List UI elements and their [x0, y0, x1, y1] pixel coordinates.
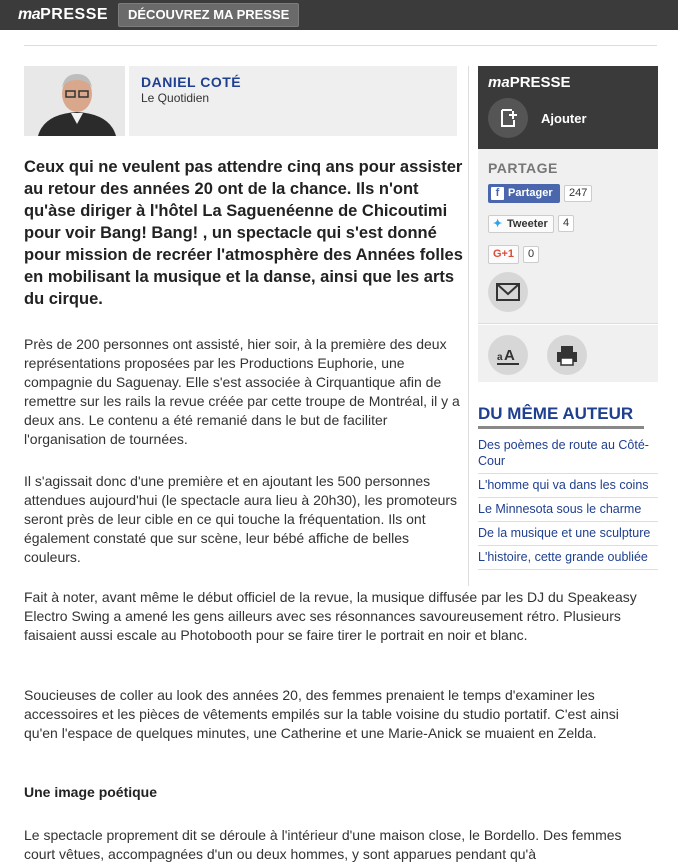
- same-author-title: DU MÊME AUTEUR: [478, 404, 644, 429]
- logo-presse: PRESSE: [40, 6, 109, 23]
- article-paragraph: Le spectacle proprement dit se déroule à…: [24, 827, 622, 862]
- mapresse-box: maPRESSE Ajouter: [478, 66, 658, 149]
- facebook-share-button[interactable]: f Partager: [488, 184, 560, 203]
- author-card: DANIEL COTÉ Le Quotidien: [24, 66, 457, 136]
- same-author-link[interactable]: Le Minnesota sous le charme: [478, 498, 658, 522]
- cut-off-byline: ​: [24, 30, 457, 36]
- article-paragraph: Près de 200 personnes ont assisté, hier …: [24, 336, 460, 447]
- svg-text:A: A: [504, 347, 515, 364]
- print-icon[interactable]: [547, 335, 587, 375]
- article-tools: a A: [478, 325, 658, 382]
- share-panel: PARTAGE f Partager 247 ✦ Tweeter 4 G+1 0: [478, 149, 658, 324]
- google-plus-count: 0: [523, 246, 540, 263]
- share-title: PARTAGE: [488, 160, 558, 176]
- twitter-tweet-count: 4: [558, 215, 575, 232]
- article-paragraph: Soucieuses de coller au look des années …: [24, 687, 619, 741]
- author-photo: [24, 66, 129, 136]
- mapresse-logo[interactable]: maPRESSE: [18, 6, 108, 24]
- author-organization: Le Quotidien: [141, 91, 210, 105]
- sidebar-logo-presse: PRESSE: [509, 74, 571, 91]
- sidebar-logo-ma: ma: [488, 74, 510, 91]
- text-size-icon[interactable]: a A: [488, 335, 528, 375]
- twitter-tweet-button[interactable]: ✦ Tweeter: [488, 215, 554, 233]
- add-to-mapresse-button[interactable]: Ajouter: [541, 111, 587, 126]
- top-bar: maPRESSE DÉCOUVREZ MA PRESSE: [0, 0, 678, 30]
- same-author-link[interactable]: L'histoire, cette grande oubliée: [478, 546, 658, 570]
- author-name[interactable]: DANIEL COTÉ: [141, 74, 241, 90]
- twitter-tweet-label: Tweeter: [507, 218, 548, 230]
- same-author-link[interactable]: L'homme qui va dans les coins: [478, 474, 658, 498]
- twitter-bird-icon: ✦: [493, 218, 503, 230]
- discover-mapresse-button[interactable]: DÉCOUVREZ MA PRESSE: [118, 3, 300, 27]
- article-lead: Ceux qui ne veulent pas attendre cinq an…: [24, 158, 463, 308]
- article-subheading: Une image poétique: [24, 784, 158, 800]
- sidebar-divider: [468, 66, 469, 586]
- same-author-link[interactable]: De la musique et une sculpture: [478, 522, 658, 546]
- email-share-icon[interactable]: [488, 272, 528, 312]
- logo-ma: ma: [18, 6, 41, 23]
- facebook-icon: f: [491, 187, 504, 200]
- sidebar-mapresse-logo: maPRESSE: [488, 74, 571, 91]
- article-paragraph: Il s'agissait donc d'une première et en …: [24, 473, 458, 565]
- facebook-share-count: 247: [564, 185, 593, 202]
- divider: [24, 45, 657, 46]
- svg-text:a: a: [497, 352, 503, 363]
- facebook-share-label: Partager: [508, 187, 553, 199]
- article-paragraph: Fait à noter, avant même le début offici…: [24, 589, 637, 643]
- google-plus-button[interactable]: G+1: [488, 245, 519, 264]
- same-author-list: Des poèmes de route au Côté-Cour L'homme…: [478, 434, 658, 570]
- same-author-link[interactable]: Des poèmes de route au Côté-Cour: [478, 434, 658, 474]
- add-to-mapresse-icon[interactable]: [488, 98, 528, 138]
